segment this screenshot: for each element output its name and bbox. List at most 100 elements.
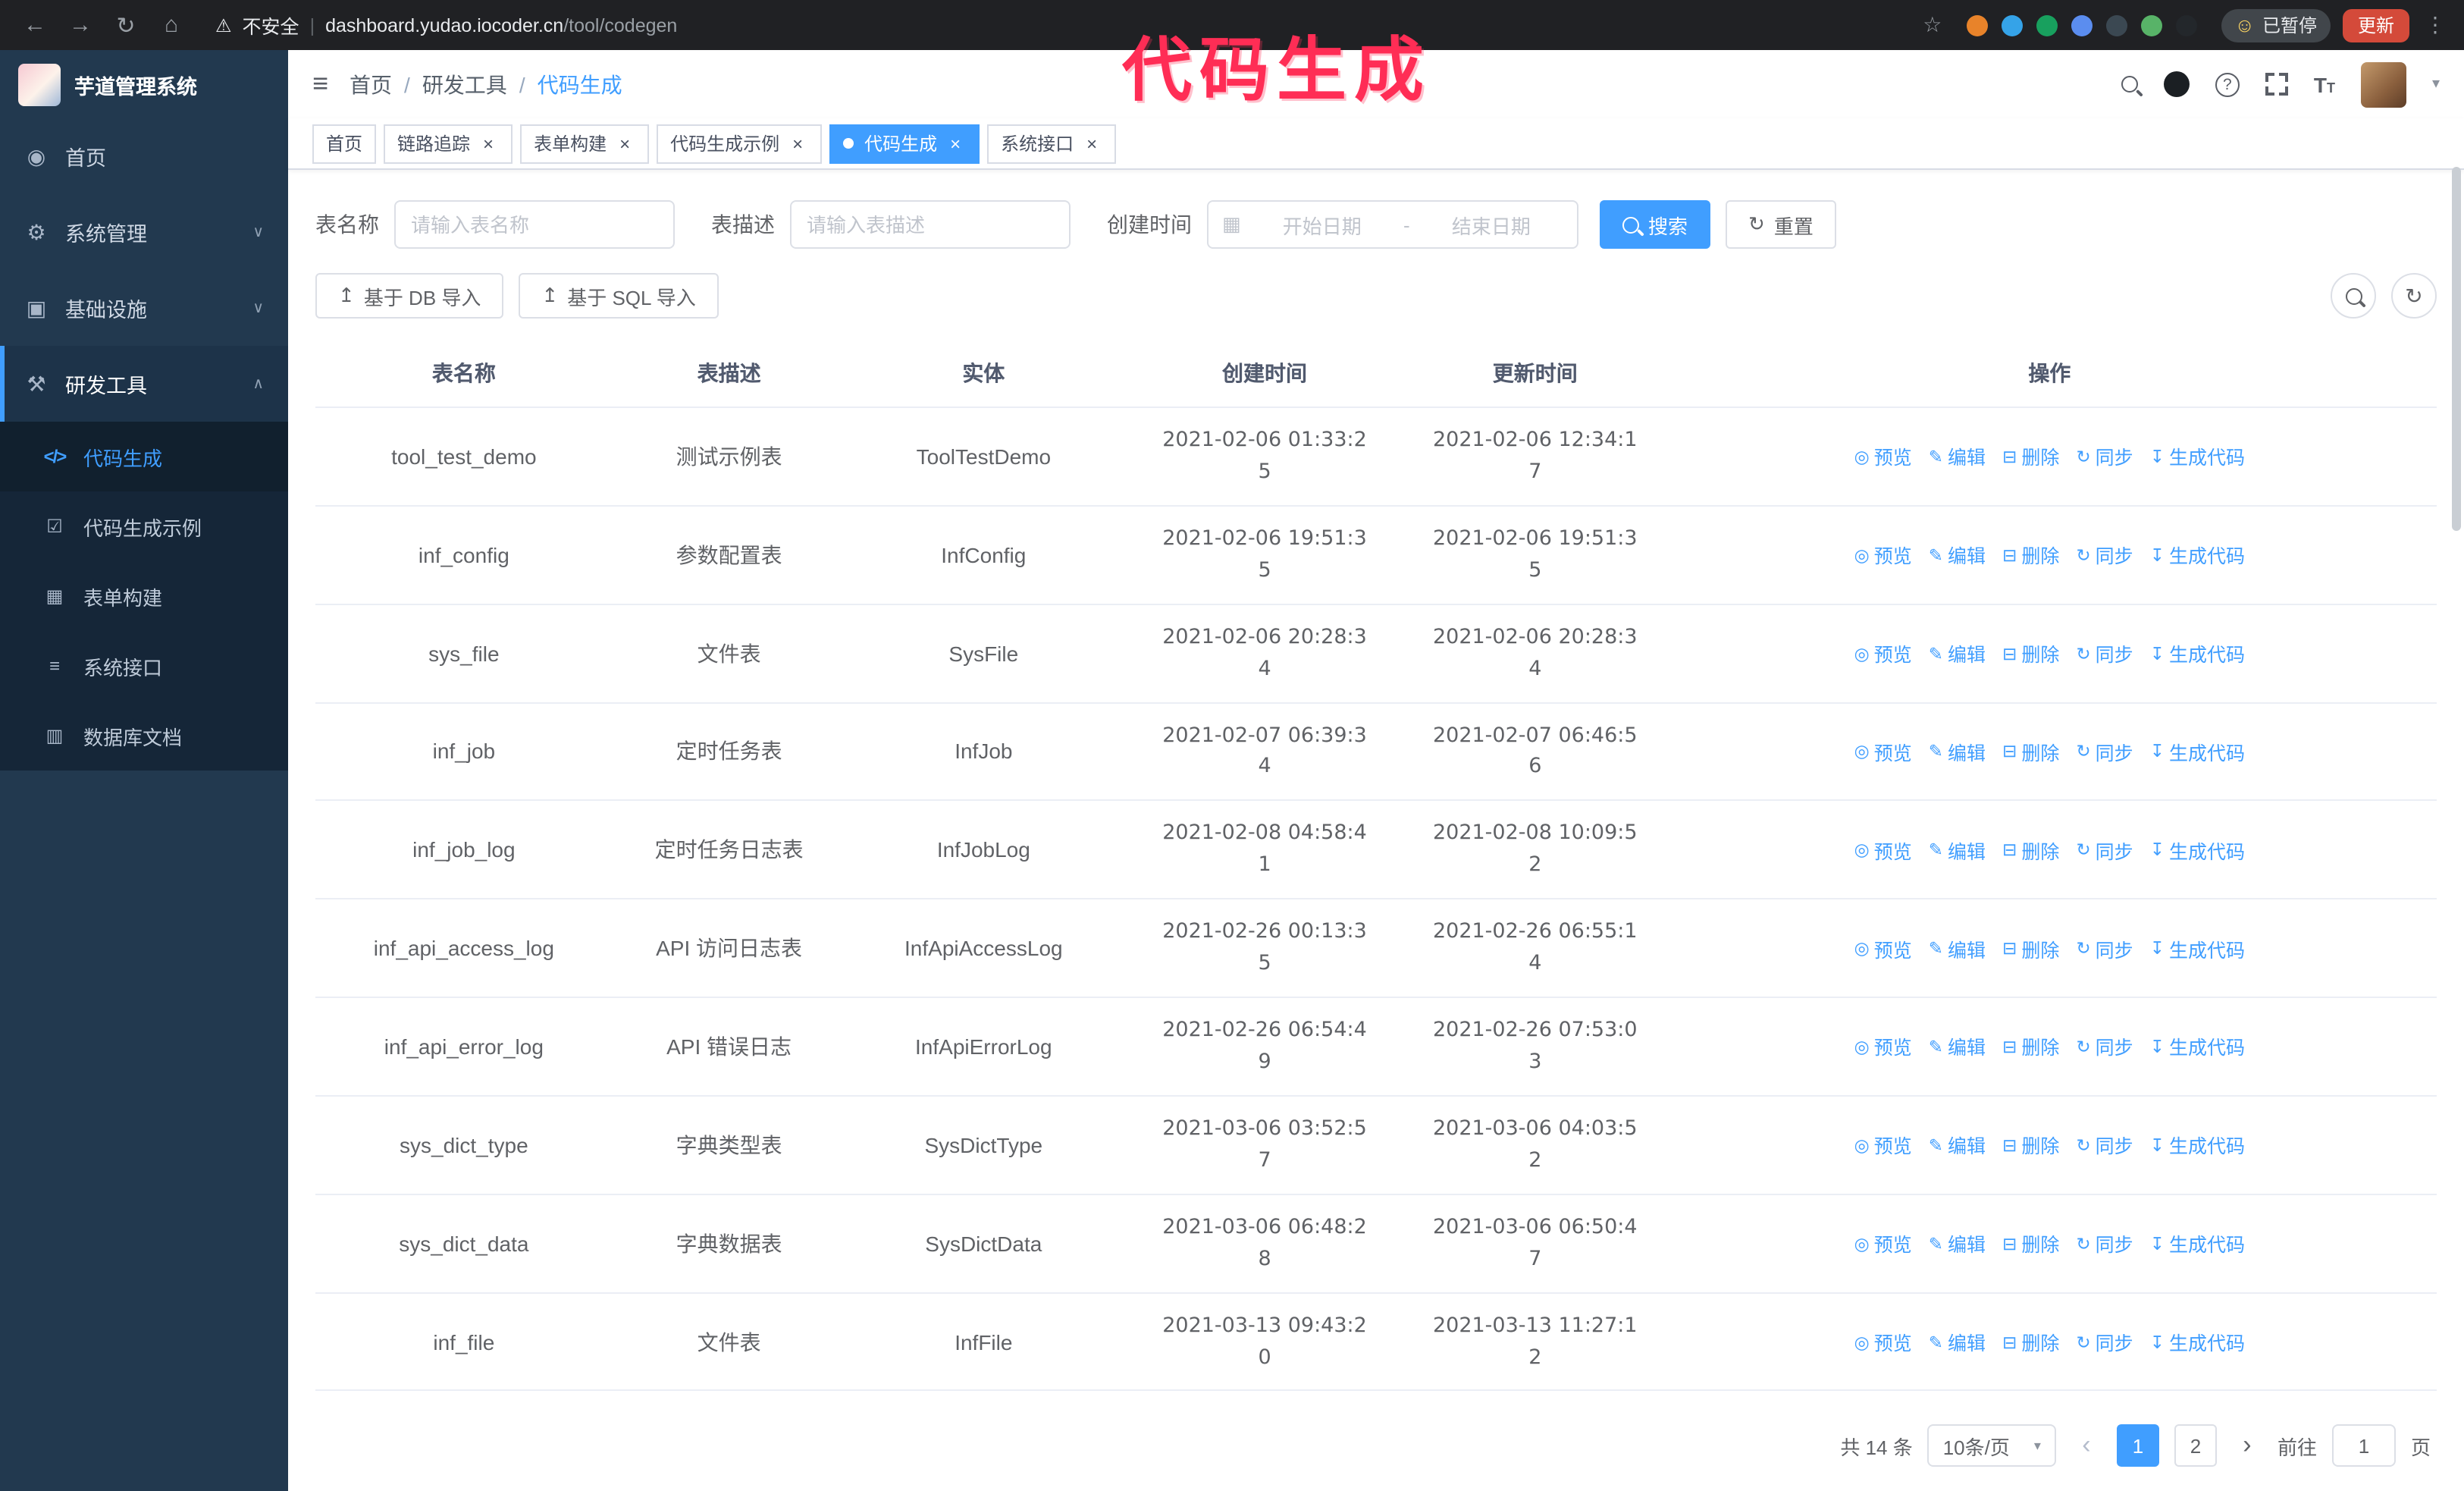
sync-link[interactable]: ↻ 同步 (2076, 1131, 2133, 1160)
generate-code-link[interactable]: ↧ 生成代码 (2150, 934, 2245, 962)
sync-link[interactable]: ↻ 同步 (2076, 1229, 2133, 1257)
sync-link[interactable]: ↻ 同步 (2076, 639, 2133, 667)
edit-link[interactable]: ✎ 编辑 (1929, 639, 1986, 667)
delete-link[interactable]: ⊟ 删除 (2002, 1131, 2059, 1160)
edit-link[interactable]: ✎ 编辑 (1929, 1131, 1986, 1160)
sidebar-subitem-db-doc[interactable]: ▥ 数据库文档 (0, 701, 288, 771)
generate-code-link[interactable]: ↧ 生成代码 (2150, 1032, 2245, 1061)
sidebar-item-home[interactable]: ◉ 首页 (0, 118, 288, 194)
sync-link[interactable]: ↻ 同步 (2076, 737, 2133, 766)
page-size-select[interactable]: 10条/页 ▾ (1927, 1424, 2056, 1467)
import-sql-button[interactable]: ↥ 基于 SQL 导入 (519, 273, 719, 319)
refresh-table-button[interactable]: ↻ (2391, 273, 2437, 319)
address-bar[interactable]: ⚠ 不安全 | dashboard.yudao.iocoder.cn/tool/… (215, 11, 1942, 39)
tab-form-builder[interactable]: 表单构建 × (520, 124, 650, 163)
browser-reload-icon[interactable]: ↻ (109, 8, 143, 42)
fullscreen-icon[interactable] (2265, 73, 2288, 96)
sync-link[interactable]: ↻ 同步 (2076, 1327, 2133, 1356)
goto-page-input[interactable] (2331, 1424, 2396, 1467)
browser-home-icon[interactable]: ⌂ (155, 8, 188, 42)
generate-code-link[interactable]: ↧ 生成代码 (2150, 836, 2245, 865)
browser-menu-icon[interactable]: ⋮ (2425, 12, 2446, 38)
tab-api[interactable]: 系统接口 × (987, 124, 1117, 163)
leaf-extension-icon[interactable] (2140, 14, 2162, 36)
page-button-1[interactable]: 1 (2116, 1424, 2159, 1467)
generate-code-link[interactable]: ↧ 生成代码 (2150, 1327, 2245, 1356)
sync-link[interactable]: ↻ 同步 (2076, 442, 2133, 471)
sidebar-item-devtools[interactable]: ⚒ 研发工具 ∧ (0, 346, 288, 422)
drop-extension-icon[interactable] (2001, 14, 2023, 36)
close-icon[interactable]: × (614, 133, 635, 154)
people-extension-icon[interactable] (2071, 14, 2093, 36)
preview-link[interactable]: ◎ 预览 (1854, 836, 1912, 865)
sync-link[interactable]: ↻ 同步 (2076, 541, 2133, 570)
next-page-button[interactable]: › (2231, 1424, 2262, 1467)
toggle-search-button[interactable] (2331, 273, 2376, 319)
delete-link[interactable]: ⊟ 删除 (2002, 934, 2059, 962)
preview-link[interactable]: ◎ 预览 (1854, 1327, 1912, 1356)
preview-link[interactable]: ◎ 预览 (1854, 934, 1912, 962)
screen-extension-icon[interactable] (2105, 14, 2127, 36)
caret-down-icon[interactable]: ▾ (2432, 76, 2440, 93)
app-logo[interactable]: 芋道管理系统 (0, 50, 288, 118)
edit-link[interactable]: ✎ 编辑 (1929, 1229, 1986, 1257)
preview-link[interactable]: ◎ 预览 (1854, 442, 1912, 471)
generate-code-link[interactable]: ↧ 生成代码 (2150, 639, 2245, 667)
preview-link[interactable]: ◎ 预览 (1854, 639, 1912, 667)
breadcrumb-item-codegen[interactable]: 代码生成 (538, 69, 622, 99)
paused-badge[interactable]: ☺ 已暂停 (2221, 8, 2331, 42)
sidebar-subitem-codegen-demo[interactable]: ☑ 代码生成示例 (0, 491, 288, 561)
generate-code-link[interactable]: ↧ 生成代码 (2150, 541, 2245, 570)
browser-update-button[interactable]: 更新 (2342, 8, 2409, 42)
edit-link[interactable]: ✎ 编辑 (1929, 541, 1986, 570)
pug-extension-icon[interactable] (2175, 14, 2197, 36)
close-icon[interactable]: × (945, 133, 966, 154)
sync-link[interactable]: ↻ 同步 (2076, 1032, 2133, 1061)
search-icon[interactable] (2121, 76, 2138, 93)
preview-link[interactable]: ◎ 预览 (1854, 1229, 1912, 1257)
help-icon[interactable]: ? (2215, 72, 2240, 96)
preview-link[interactable]: ◎ 预览 (1854, 1032, 1912, 1061)
tab-tracer[interactable]: 链路追踪 × (384, 124, 513, 163)
bookmark-star-icon[interactable]: ☆ (1923, 12, 1942, 38)
sidebar-subitem-codegen[interactable]: </> 代码生成 (0, 422, 288, 491)
edit-link[interactable]: ✎ 编辑 (1929, 442, 1986, 471)
delete-link[interactable]: ⊟ 删除 (2002, 639, 2059, 667)
sync-link[interactable]: ↻ 同步 (2076, 934, 2133, 962)
edit-link[interactable]: ✎ 编辑 (1929, 1327, 1986, 1356)
preview-link[interactable]: ◎ 预览 (1854, 1131, 1912, 1160)
sidebar-subitem-form-builder[interactable]: ▦ 表单构建 (0, 561, 288, 631)
generate-code-link[interactable]: ↧ 生成代码 (2150, 1229, 2245, 1257)
tab-codegen[interactable]: 代码生成 × (829, 124, 980, 163)
delete-link[interactable]: ⊟ 删除 (2002, 836, 2059, 865)
preview-link[interactable]: ◎ 预览 (1854, 737, 1912, 766)
breadcrumb-item-devtools[interactable]: 研发工具 (422, 69, 507, 99)
font-size-icon[interactable]: TT (2314, 72, 2335, 96)
user-avatar[interactable] (2360, 61, 2406, 107)
date-range-picker[interactable]: ▦ 开始日期 - 结束日期 (1207, 200, 1578, 249)
sidebar-item-infra[interactable]: ▣ 基础设施 ∨ (0, 270, 288, 346)
browser-back-icon[interactable]: ← (18, 8, 52, 42)
reset-button[interactable]: ↻ 重置 (1726, 200, 1836, 249)
close-icon[interactable]: × (1081, 133, 1102, 154)
edit-link[interactable]: ✎ 编辑 (1929, 836, 1986, 865)
check-extension-icon[interactable] (2036, 14, 2058, 36)
delete-link[interactable]: ⊟ 删除 (2002, 1229, 2059, 1257)
delete-link[interactable]: ⊟ 删除 (2002, 1327, 2059, 1356)
github-icon[interactable] (2163, 71, 2190, 97)
preview-link[interactable]: ◎ 预览 (1854, 541, 1912, 570)
sidebar-item-system[interactable]: ⚙ 系统管理 ∨ (0, 194, 288, 270)
shield-extension-icon[interactable] (1966, 14, 1988, 36)
sync-link[interactable]: ↻ 同步 (2076, 836, 2133, 865)
delete-link[interactable]: ⊟ 删除 (2002, 737, 2059, 766)
browser-forward-icon[interactable]: → (64, 8, 97, 42)
import-db-button[interactable]: ↥ 基于 DB 导入 (315, 273, 504, 319)
scrollbar[interactable] (2452, 167, 2461, 531)
tab-codegen-demo[interactable]: 代码生成示例 × (657, 124, 823, 163)
edit-link[interactable]: ✎ 编辑 (1929, 934, 1986, 962)
generate-code-link[interactable]: ↧ 生成代码 (2150, 1131, 2245, 1160)
close-icon[interactable]: × (787, 133, 808, 154)
page-button-2[interactable]: 2 (2174, 1424, 2217, 1467)
delete-link[interactable]: ⊟ 删除 (2002, 1032, 2059, 1061)
tab-home[interactable]: 首页 (312, 124, 377, 163)
